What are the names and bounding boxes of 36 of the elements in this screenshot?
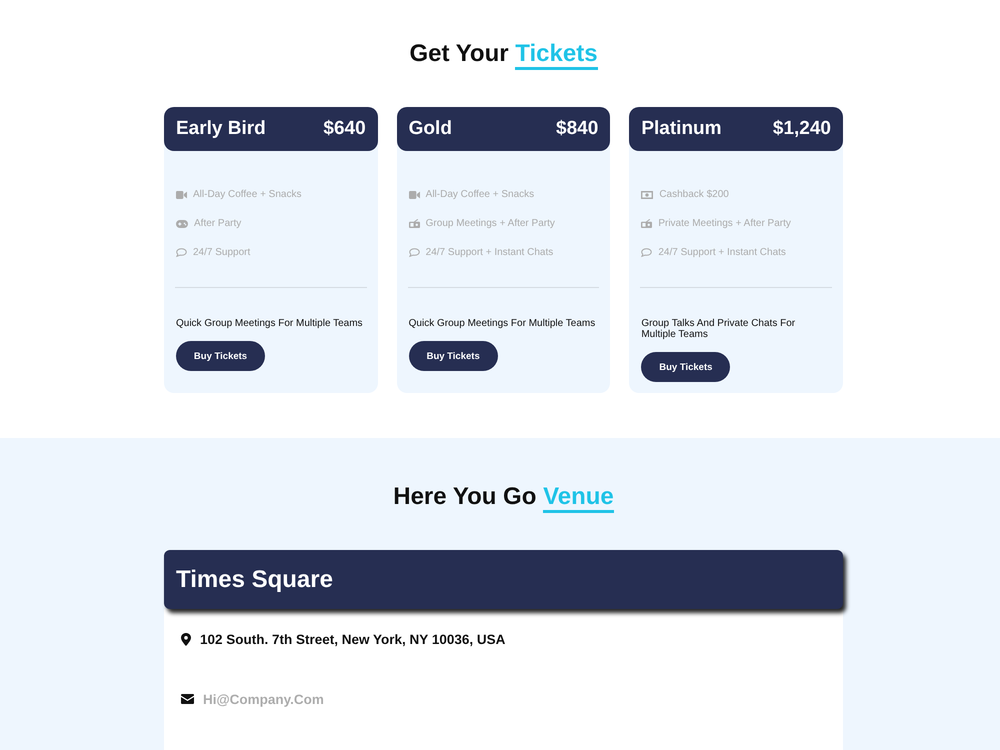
- radio-icon: [408, 219, 420, 228]
- feature-text: Private Meetings + After Party: [658, 218, 791, 229]
- venue-name: Times Square: [176, 566, 333, 594]
- venue-address: 102 South. 7th Street, New York, NY 10036, USA: [200, 632, 506, 646]
- location-pin-icon: [181, 632, 191, 646]
- plan-description: Quick Group Meetings For Multiple Teams: [176, 318, 364, 329]
- feature-text: After Party: [194, 218, 242, 229]
- feature-text: 24/7 Support + Instant Chats: [658, 247, 786, 258]
- plan-description: Group Talks And Private Chats For Multiple Teams: [641, 318, 796, 340]
- plan-name: Early Bird: [176, 118, 266, 140]
- video-camera-icon: [408, 190, 420, 198]
- feature-text: Group Meetings + After Party: [426, 218, 555, 229]
- radio-icon: [641, 219, 652, 228]
- section-heading: Get Your Tickets: [409, 38, 598, 70]
- plan-price: $1,240: [772, 118, 831, 140]
- speech-bubble-icon: [176, 248, 187, 257]
- plan-description: Quick Group Meetings For Multiple Teams: [408, 318, 596, 329]
- plan-price: $640: [323, 118, 366, 140]
- buy-tickets-button[interactable]: Buy Tickets: [408, 341, 498, 371]
- feature-text: All-Day Coffee + Snacks: [426, 189, 534, 200]
- feature-text: 24/7 Support: [193, 247, 250, 258]
- banknote-icon: [641, 190, 654, 198]
- section-heading: Here You Go Venue: [393, 481, 614, 513]
- speech-bubble-icon: [408, 248, 420, 257]
- plan-price: $840: [556, 118, 598, 140]
- speech-bubble-icon: [641, 248, 652, 257]
- video-camera-icon: [176, 190, 187, 198]
- feature-text: All-Day Coffee + Snacks: [193, 189, 302, 200]
- plan-name: Gold: [408, 118, 452, 140]
- gamepad-icon: [176, 220, 188, 228]
- buy-tickets-button[interactable]: Buy Tickets: [641, 352, 730, 382]
- feature-text: 24/7 Support + Instant Chats: [426, 247, 554, 258]
- envelope-icon: [181, 694, 194, 704]
- plan-name: Platinum: [641, 118, 722, 140]
- buy-tickets-button[interactable]: Buy Tickets: [176, 341, 265, 371]
- feature-text: Cashback $200: [659, 189, 729, 200]
